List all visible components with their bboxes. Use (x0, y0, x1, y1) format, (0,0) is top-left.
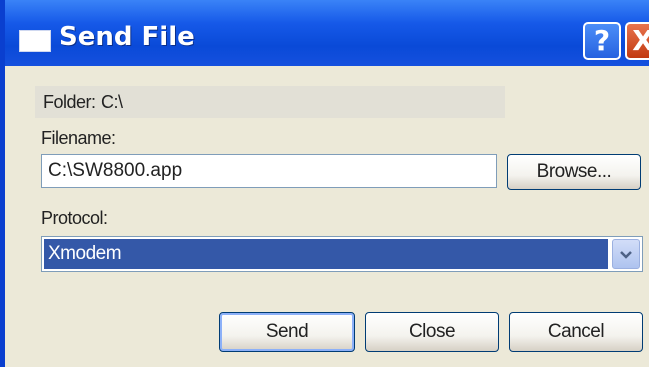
filename-input[interactable] (41, 154, 497, 188)
browse-button[interactable]: Browse... (507, 154, 641, 190)
protocol-selected-value: Xmodem (44, 239, 608, 269)
send-file-dialog: Send File ? X Folder: C:\ Filename: Brow… (0, 0, 649, 367)
window-icon (19, 30, 51, 52)
dialog-body: Folder: C:\ Filename: Browse... Protocol… (5, 66, 649, 367)
close-icon: X (632, 24, 649, 57)
folder-value: C:\ (101, 92, 123, 112)
help-icon: ? (593, 24, 611, 57)
folder-row: Folder: C:\ (35, 86, 505, 118)
close-window-button[interactable]: X (625, 22, 649, 60)
folder-label: Folder: (43, 92, 96, 112)
dialog-title: Send File (59, 22, 195, 52)
cancel-button[interactable]: Cancel (509, 312, 643, 352)
filename-label: Filename: (41, 128, 116, 148)
close-button[interactable]: Close (365, 312, 499, 352)
send-button[interactable]: Send (219, 312, 355, 352)
protocol-select[interactable]: Xmodem (41, 236, 643, 272)
chevron-down-icon (620, 251, 632, 259)
dropdown-button[interactable] (612, 239, 640, 269)
help-button[interactable]: ? (583, 22, 621, 60)
title-bar[interactable]: Send File ? X (5, 0, 649, 66)
protocol-label: Protocol: (41, 208, 108, 228)
